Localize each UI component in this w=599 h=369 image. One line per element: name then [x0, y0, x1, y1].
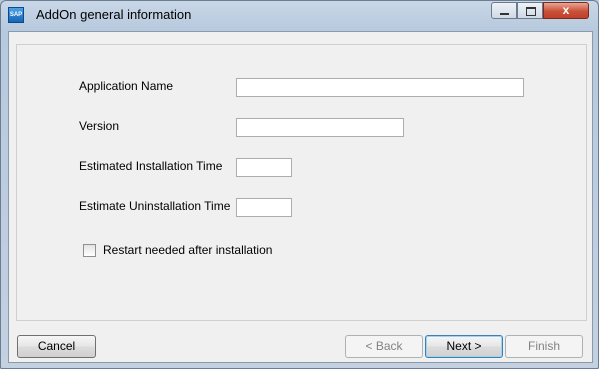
minimize-icon	[500, 13, 509, 15]
dialog-client-area: Application Name Version Estimated Insta…	[8, 31, 593, 363]
uninstall-time-input[interactable]	[236, 198, 292, 217]
sap-icon: SAP	[8, 7, 24, 23]
maximize-button[interactable]	[517, 2, 543, 19]
form-panel: Application Name Version Estimated Insta…	[16, 44, 587, 321]
minimize-button[interactable]	[491, 2, 517, 19]
install-time-input[interactable]	[236, 158, 292, 177]
next-button[interactable]: Next >	[425, 335, 503, 358]
back-button[interactable]: < Back	[345, 335, 423, 358]
close-button[interactable]: x	[543, 2, 589, 19]
version-label: Version	[79, 119, 120, 133]
title-bar[interactable]: SAP AddOn general information x	[1, 1, 598, 29]
window-title: AddOn general information	[36, 7, 192, 22]
finish-button[interactable]: Finish	[505, 335, 583, 358]
restart-checkbox[interactable]	[83, 244, 96, 257]
restart-checkbox-label[interactable]: Restart needed after installation	[103, 243, 272, 257]
application-name-input[interactable]	[236, 78, 524, 97]
close-icon: x	[562, 3, 570, 17]
application-name-label: Application Name	[79, 79, 174, 93]
cancel-button[interactable]: Cancel	[17, 335, 96, 358]
version-input[interactable]	[236, 118, 404, 137]
install-time-label: Estimated Installation Time	[79, 159, 223, 173]
dialog-window: SAP AddOn general information x Applicat…	[0, 0, 599, 369]
maximize-icon	[526, 7, 536, 16]
uninstall-time-label: Estimate Uninstallation Time	[79, 199, 231, 213]
